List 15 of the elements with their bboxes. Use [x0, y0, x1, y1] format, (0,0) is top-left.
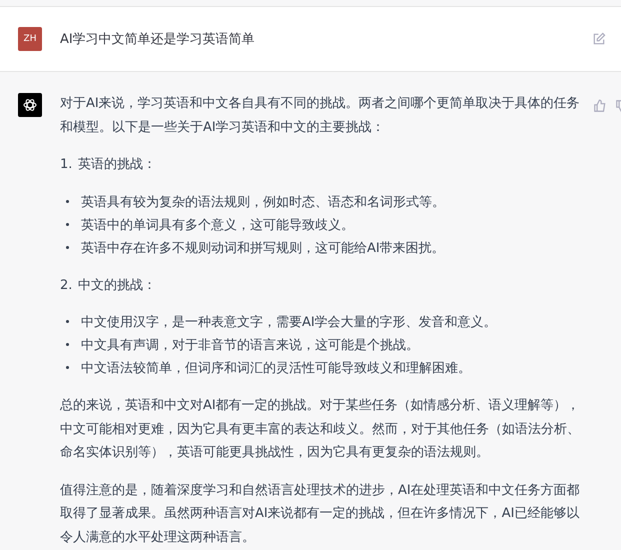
bullet-text: 中文语法较简单，但词序和词汇的灵活性可能导致歧义和理解困难。: [81, 360, 471, 378]
list-number: 1.: [60, 156, 74, 174]
list-number: 2.: [60, 276, 74, 294]
bullet-text: 中文使用汉字，是一种表意文字，需要AI学会大量的字形、发音和意义。: [81, 314, 497, 332]
bullet-text: 英语中的单词具有多个意义，这可能导致歧义。: [81, 216, 354, 234]
answer-paragraph: 总的来说，英语和中文对AI都有一定的挑战。对于某些任务（如情感分析、语义理解等），中文可能相对更难，因为它具有更丰富的表达和歧义。然而，对于其他任务（如语法分析、命名实体识别等），英语可能更具挑战性，因为它具有更复杂的语法规则。: [60, 397, 581, 462]
list-heading: 英语的挑战：: [78, 156, 156, 174]
answer-paragraph: 对于AI来说，学习英语和中文各自具有不同的挑战。两者之间哪个更简单取决于具体的任务和模型。以下是一些关于AI学习英语和中文的主要挑战：: [60, 95, 581, 136]
bullet-text: 英语中存在许多不规则动词和拼写规则，这可能给AI带来困扰。: [81, 240, 445, 258]
user-avatar: ZH: [18, 27, 42, 51]
answer-paragraph: 值得注意的是，随着深度学习和自然语言处理技术的进步，AI在处理英语和中文任务方面都取得了显著成果。虽然两种语言对AI来说都有一定的挑战，但在许多情况下，AI已经能够以令人满意的水平处理这两种语言。: [60, 482, 581, 546]
bullet-text: 中文具有声调，对于非音节的语言来说，这可能是个挑战。: [81, 337, 419, 355]
list-heading: 中文的挑战：: [78, 276, 156, 294]
bullet-text: 英语具有较为复杂的语法规则，例如时态、语态和名词形式等。: [81, 194, 445, 212]
user-message: AI学习中文简单还是学习英语简单: [60, 31, 256, 48]
